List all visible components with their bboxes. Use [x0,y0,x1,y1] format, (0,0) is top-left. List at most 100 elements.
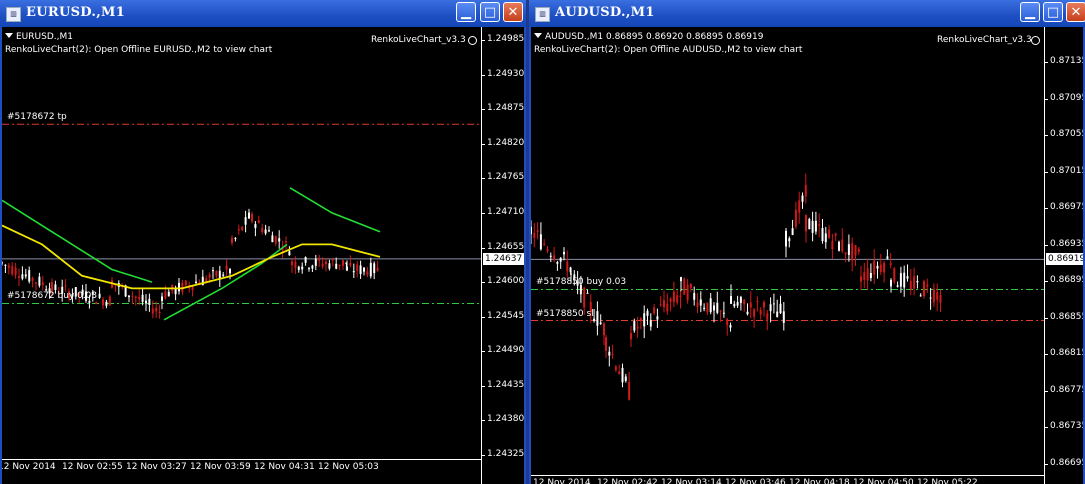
candle-body [208,274,211,278]
price-label: 1.24930 [487,68,524,79]
candle-body [14,267,17,275]
minimize-button[interactable]: ▁ [456,2,476,22]
candle-body [614,366,617,370]
dropdown-triangle-icon [5,33,13,38]
candles [2,208,379,319]
candle-body [539,234,542,250]
candle-body [531,226,532,235]
price-label: 0.86735 [1050,421,1083,432]
price-tick [481,385,485,387]
order-line-label: #5178672 buy 0.03 [7,291,98,302]
eurusd-titlebar[interactable]: ▥ EURUSD.,M1 ▁ □ ✕ [0,0,526,27]
candle-body [936,292,939,300]
candle-body [646,310,649,316]
moving-average-line [2,199,153,283]
candle-body [145,300,147,304]
candle-body [141,294,144,302]
time-label: 12 Nov 05:03 [318,462,379,472]
time-label: 12 Nov 02:42 [597,478,658,484]
candle-body [328,263,331,269]
price-label: 0.86975 [1050,202,1083,213]
candle-body [821,227,824,242]
candle-body [586,292,589,294]
price-label: 0.86895 [1050,275,1083,286]
candle-body [798,200,801,213]
close-button[interactable]: ✕ [1066,2,1085,22]
candle-body [903,272,906,288]
candle-body [834,233,837,236]
close-button[interactable]: ✕ [503,2,523,22]
eurusd-price-chart[interactable]: EURUSD.,M1 RenkoLiveChart(2): Open Offli… [2,27,524,484]
price-label: 1.24820 [487,137,524,148]
price-label: 1.24710 [487,206,524,217]
price-tick [1044,171,1048,173]
time-label: 12 Nov 05:22 [917,478,978,484]
candle-body [251,213,253,222]
candle-body [854,245,857,256]
candle-body [769,304,772,312]
candle-body [899,273,902,287]
candle-body [301,266,304,270]
audusd-current-price-box: 0.86919 [1046,253,1083,266]
candle-body [736,302,739,306]
order-line-label: #5178850 sl [536,308,594,319]
candle-body [756,301,759,303]
price-label: 1.24655 [487,241,524,252]
candle-body [603,323,605,336]
audusd-chart-window[interactable]: ▥ AUDUSD.,M1 ▁ □ ✕ AUDUSD.,M1 0.86895 0.… [529,0,1085,484]
price-label: 1.24490 [487,345,524,356]
price-label: 1.24765 [487,172,524,183]
candle-body [844,252,847,255]
time-label: 12 Nov 04:18 [789,478,850,484]
candle-body [669,298,672,302]
candle-body [268,230,270,232]
candle-body [926,284,929,287]
price-tick [481,109,485,111]
audusd-symbol-line: AUDUSD.,M1 0.86895 0.86920 0.86895 0.869… [534,32,763,42]
candle-body [739,296,742,303]
audusd-price-chart[interactable]: AUDUSD.,M1 0.86895 0.86920 0.86895 0.869… [531,27,1083,484]
minimize-button[interactable]: ▁ [1020,2,1040,22]
candle-body [860,276,862,282]
candle-body [873,260,876,275]
candle-body [222,274,225,276]
candle-body [879,264,882,273]
candle-body [686,284,689,301]
candle-body [164,291,167,299]
price-label: 1.24545 [487,310,524,321]
candle-body [308,268,310,270]
price-label: 1.24435 [487,379,524,390]
candle-body [161,296,163,301]
candle-body [689,284,692,288]
candle-body [857,248,860,252]
candle-body [766,313,769,320]
order-line-label: #5178850 buy 0.03 [536,277,627,288]
time-label: 12 Nov 04:50 [853,478,914,484]
price-label: 0.86855 [1050,311,1083,322]
price-label: 1.24325 [487,449,524,459]
chart-window-icon: ▥ [535,7,550,22]
candle-body [167,291,170,297]
candle-body [178,282,180,292]
audusd-titlebar[interactable]: ▥ AUDUSD.,M1 ▁ □ ✕ [529,0,1085,27]
candle-body [318,257,321,261]
candle-body [363,267,365,272]
candle-body [45,289,48,291]
maximize-button[interactable]: □ [1043,2,1063,22]
candle-body [536,230,539,233]
audusd-chart-canvas [531,173,1044,401]
price-tick [481,420,485,422]
candle-body [722,312,725,314]
eurusd-chart-window[interactable]: ▥ EURUSD.,M1 ▁ □ ✕ EURUSD.,M1 RenkoLiveC… [0,0,526,484]
candle-body [653,307,656,314]
maximize-button[interactable]: □ [480,2,500,22]
candle-body [98,293,101,298]
candle-body [909,280,912,290]
candle-body [54,284,57,290]
candle-body [621,367,624,383]
candle-body [321,263,324,267]
candle-body [919,295,922,297]
candle-body [838,241,840,251]
candle-body [666,303,669,312]
candle-body [730,295,732,304]
